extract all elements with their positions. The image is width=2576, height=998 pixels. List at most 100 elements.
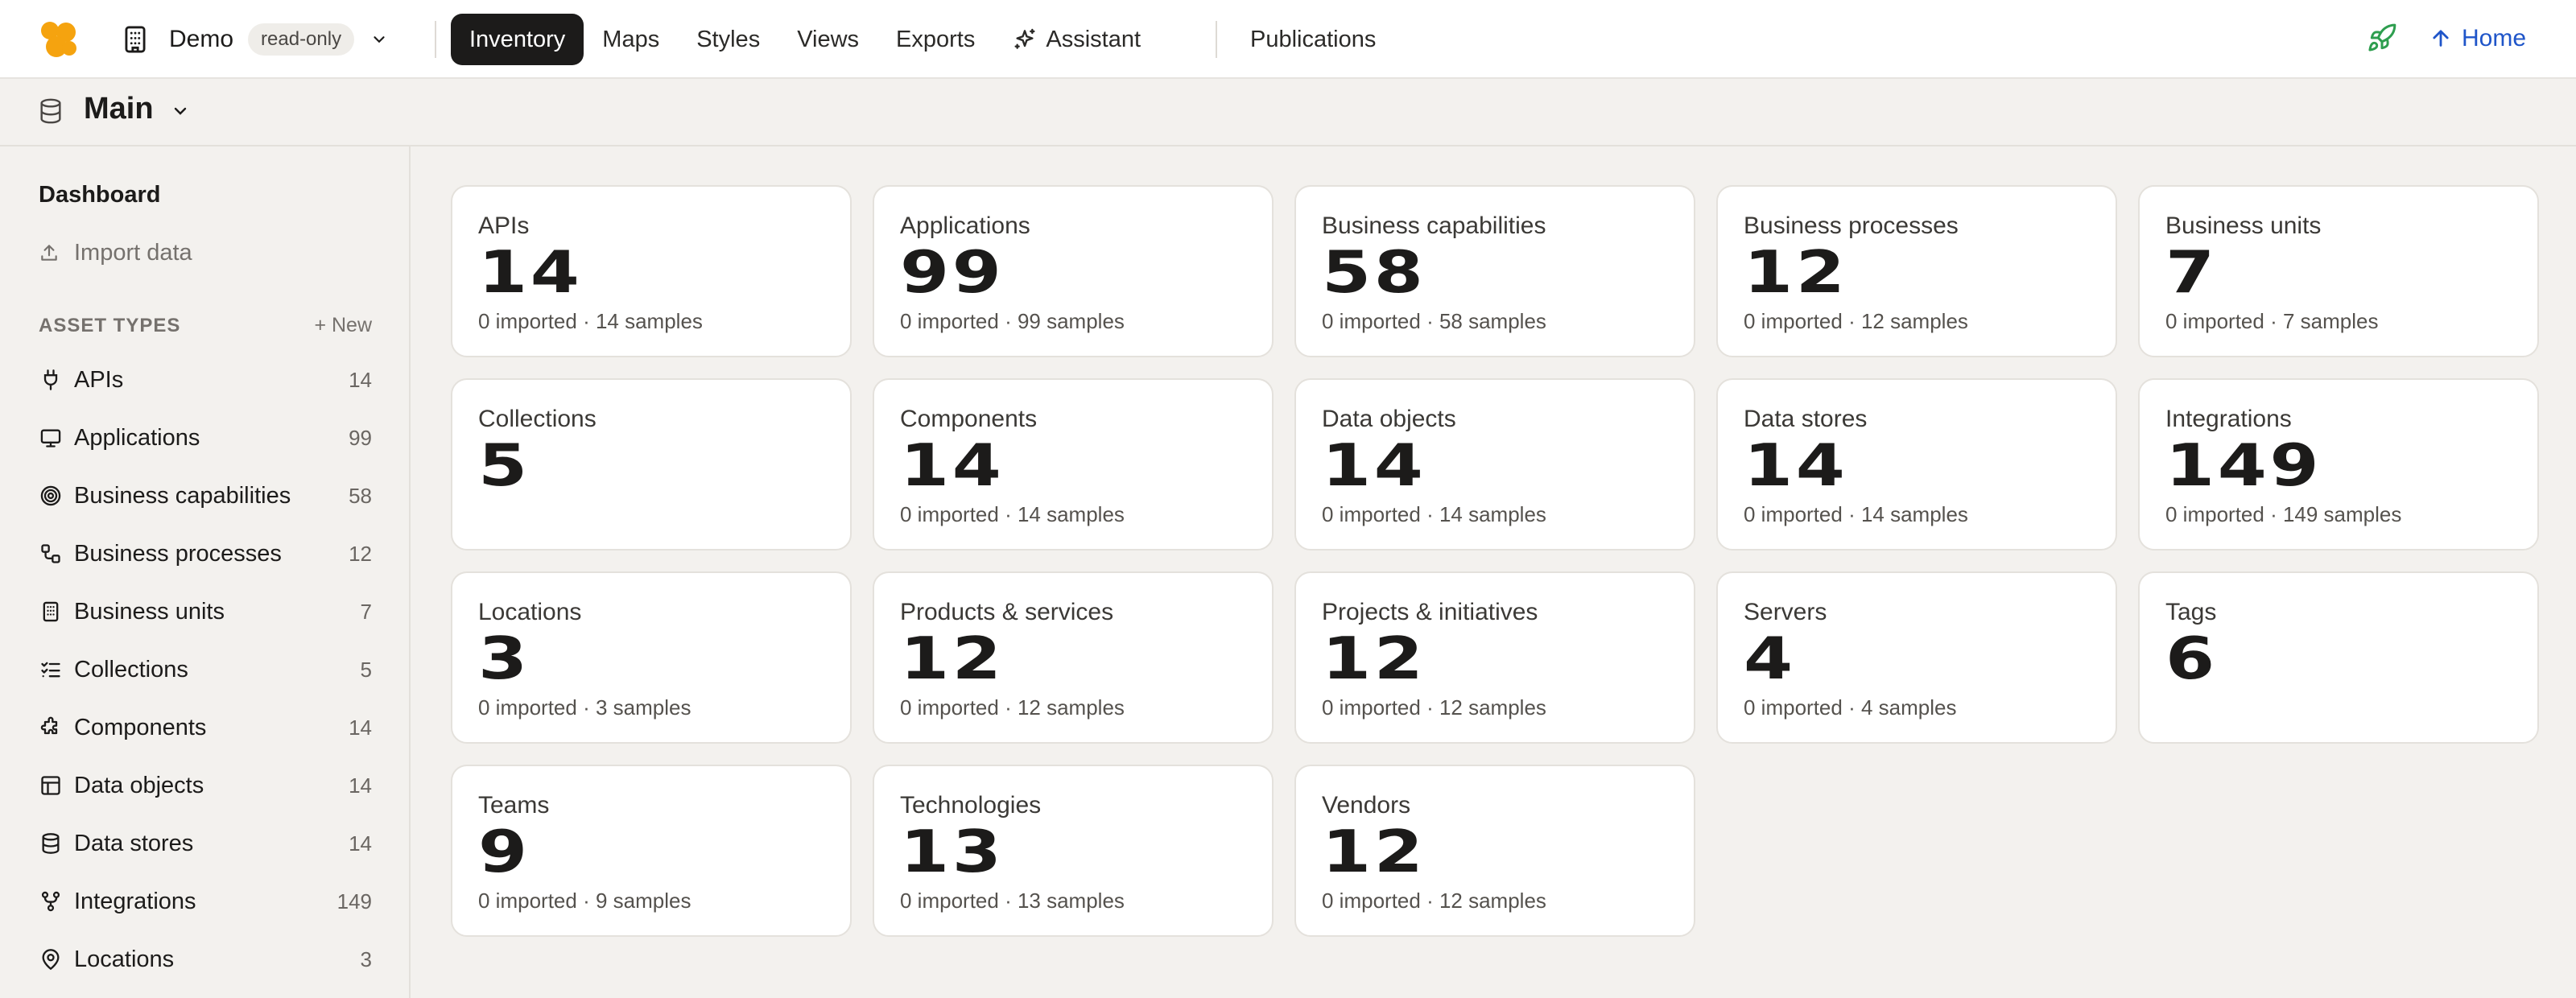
sidebar-item-collections[interactable]: Collections 5 xyxy=(39,641,372,699)
card-meta: 0 imported · 12 samples xyxy=(900,695,1125,720)
asset-card-applications[interactable]: Applications 99 0 imported · 99 samples xyxy=(873,185,1274,357)
card-meta: 0 imported · 14 samples xyxy=(900,502,1125,526)
import-data-link[interactable]: Import data xyxy=(39,240,192,266)
read-only-badge: read-only xyxy=(248,23,355,56)
card-meta: 0 imported · 12 samples xyxy=(1322,695,1546,720)
sidebar-item-business-processes[interactable]: Business processes 12 xyxy=(39,525,372,583)
main-nav: Inventory Maps Styles Views Exports Assi… xyxy=(451,13,1159,66)
card-count: 14 xyxy=(1322,431,1426,499)
chevron-down-icon[interactable] xyxy=(369,29,390,50)
nav-divider xyxy=(435,21,436,58)
sidebar-item-label: Business processes xyxy=(74,540,282,567)
sidebar-item-count: 58 xyxy=(349,483,372,508)
nav-tab-assistant[interactable]: Assistant xyxy=(993,14,1159,65)
nav-tab-maps[interactable]: Maps xyxy=(584,14,678,65)
card-count: 9 xyxy=(478,818,530,885)
asset-card-tags[interactable]: Tags 6 xyxy=(2138,571,2539,744)
asset-card-teams[interactable]: Teams 9 0 imported · 9 samples xyxy=(451,765,852,937)
card-meta: 0 imported · 12 samples xyxy=(1744,309,1968,333)
card-count: 99 xyxy=(900,238,1005,306)
building-icon xyxy=(119,23,151,56)
asset-card-business-units[interactable]: Business units 7 0 imported · 7 samples xyxy=(2138,185,2539,357)
checklist-icon xyxy=(39,658,63,682)
asset-card-apis[interactable]: APIs 14 0 imported · 14 samples xyxy=(451,185,852,357)
page-title[interactable]: Main xyxy=(84,92,154,126)
card-title: Technologies xyxy=(900,792,1042,819)
sidebar-item-count: 3 xyxy=(360,946,372,971)
asset-card-integrations[interactable]: Integrations 149 0 imported · 149 sample… xyxy=(2138,378,2539,551)
asset-card-business-capabilities[interactable]: Business capabilities 58 0 imported · 58… xyxy=(1294,185,1695,357)
card-count: 14 xyxy=(1744,431,1848,499)
nav-divider xyxy=(1216,21,1217,58)
asset-card-technologies[interactable]: Technologies 13 0 imported · 13 samples xyxy=(873,765,1274,937)
database-icon xyxy=(37,97,66,127)
puzzle-icon xyxy=(39,716,63,740)
plug-icon xyxy=(39,368,63,392)
new-asset-type-button[interactable]: + New xyxy=(314,314,372,337)
sidebar-item-integrations[interactable]: Integrations 149 xyxy=(39,872,372,930)
sidebar-item-locations[interactable]: Locations 3 xyxy=(39,930,372,988)
asset-card-business-processes[interactable]: Business processes 12 0 imported · 12 sa… xyxy=(1716,185,2117,357)
sidebar-item-business-capabilities[interactable]: Business capabilities 58 xyxy=(39,467,372,525)
card-count: 12 xyxy=(1322,625,1426,692)
nav-tab-assistant-label: Assistant xyxy=(1046,26,1141,52)
card-count: 7 xyxy=(2165,238,2218,306)
monitor-icon xyxy=(39,426,63,450)
asset-card-products-services[interactable]: Products & services 12 0 imported · 12 s… xyxy=(873,571,1274,744)
nav-tab-inventory[interactable]: Inventory xyxy=(451,14,584,65)
nav-tab-views[interactable]: Views xyxy=(778,14,877,65)
asset-card-projects-initiatives[interactable]: Projects & initiatives 12 0 imported · 1… xyxy=(1294,571,1695,744)
card-title: APIs xyxy=(478,212,530,239)
sidebar-item-components[interactable]: Components 14 xyxy=(39,699,372,757)
import-data-label: Import data xyxy=(74,240,192,266)
asset-card-locations[interactable]: Locations 3 0 imported · 3 samples xyxy=(451,571,852,744)
asset-type-list: APIs 14 Applications 99 Business capabil… xyxy=(39,351,372,988)
publications-nav: Publications xyxy=(1232,13,1394,66)
sidebar-item-apis[interactable]: APIs 14 xyxy=(39,351,372,409)
sidebar-item-data-objects[interactable]: Data objects 14 xyxy=(39,757,372,814)
card-count: 14 xyxy=(478,238,583,306)
sidebar-item-count: 14 xyxy=(349,831,372,856)
workspace-switcher[interactable]: Demo read-only xyxy=(119,18,390,61)
chevron-down-icon[interactable] xyxy=(171,101,192,122)
nav-tab-publications[interactable]: Publications xyxy=(1232,14,1394,65)
card-meta: 0 imported · 3 samples xyxy=(478,695,691,720)
asset-card-components[interactable]: Components 14 0 imported · 14 samples xyxy=(873,378,1274,551)
nav-tab-exports[interactable]: Exports xyxy=(877,14,993,65)
card-meta: 0 imported · 12 samples xyxy=(1322,889,1546,913)
asset-card-vendors[interactable]: Vendors 12 0 imported · 12 samples xyxy=(1294,765,1695,937)
card-title: Tags xyxy=(2165,599,2217,625)
card-count: 12 xyxy=(900,625,1005,692)
rocket-icon[interactable] xyxy=(2367,23,2399,55)
sidebar-item-dashboard[interactable]: Dashboard xyxy=(39,182,160,208)
card-title: Servers xyxy=(1744,599,1827,625)
card-title: Applications xyxy=(900,212,1030,239)
sidebar-item-data-stores[interactable]: Data stores 14 xyxy=(39,814,372,872)
asset-card-data-objects[interactable]: Data objects 14 0 imported · 14 samples xyxy=(1294,378,1695,551)
sidebar-item-label: Data objects xyxy=(74,772,204,798)
card-title: Vendors xyxy=(1322,792,1411,819)
card-meta: 0 imported · 14 samples xyxy=(478,309,703,333)
card-count: 6 xyxy=(2165,625,2218,692)
sidebar: Dashboard Import data ASSET TYPES + New … xyxy=(0,146,411,998)
arrow-up-icon xyxy=(2429,27,2454,51)
sidebar-item-count: 14 xyxy=(349,715,372,740)
card-count: 4 xyxy=(1744,625,1796,692)
building-icon xyxy=(39,600,63,624)
card-title: Teams xyxy=(478,792,550,819)
sidebar-item-label: Collections xyxy=(74,656,188,683)
card-meta: 0 imported · 14 samples xyxy=(1322,502,1546,526)
upload-icon xyxy=(39,242,61,265)
sidebar-item-business-units[interactable]: Business units 7 xyxy=(39,583,372,641)
card-title: Data stores xyxy=(1744,406,1868,432)
nav-tab-styles[interactable]: Styles xyxy=(678,14,778,65)
asset-card-collections[interactable]: Collections 5 xyxy=(451,378,852,551)
card-title: Data objects xyxy=(1322,406,1456,432)
card-count: 12 xyxy=(1322,818,1426,885)
home-link[interactable]: Home xyxy=(2429,21,2526,56)
asset-card-data-stores[interactable]: Data stores 14 0 imported · 14 samples xyxy=(1716,378,2117,551)
sidebar-item-applications[interactable]: Applications 99 xyxy=(39,409,372,467)
app-logo-icon[interactable] xyxy=(39,21,77,58)
asset-card-servers[interactable]: Servers 4 0 imported · 4 samples xyxy=(1716,571,2117,744)
sidebar-item-label: Components xyxy=(74,714,207,740)
